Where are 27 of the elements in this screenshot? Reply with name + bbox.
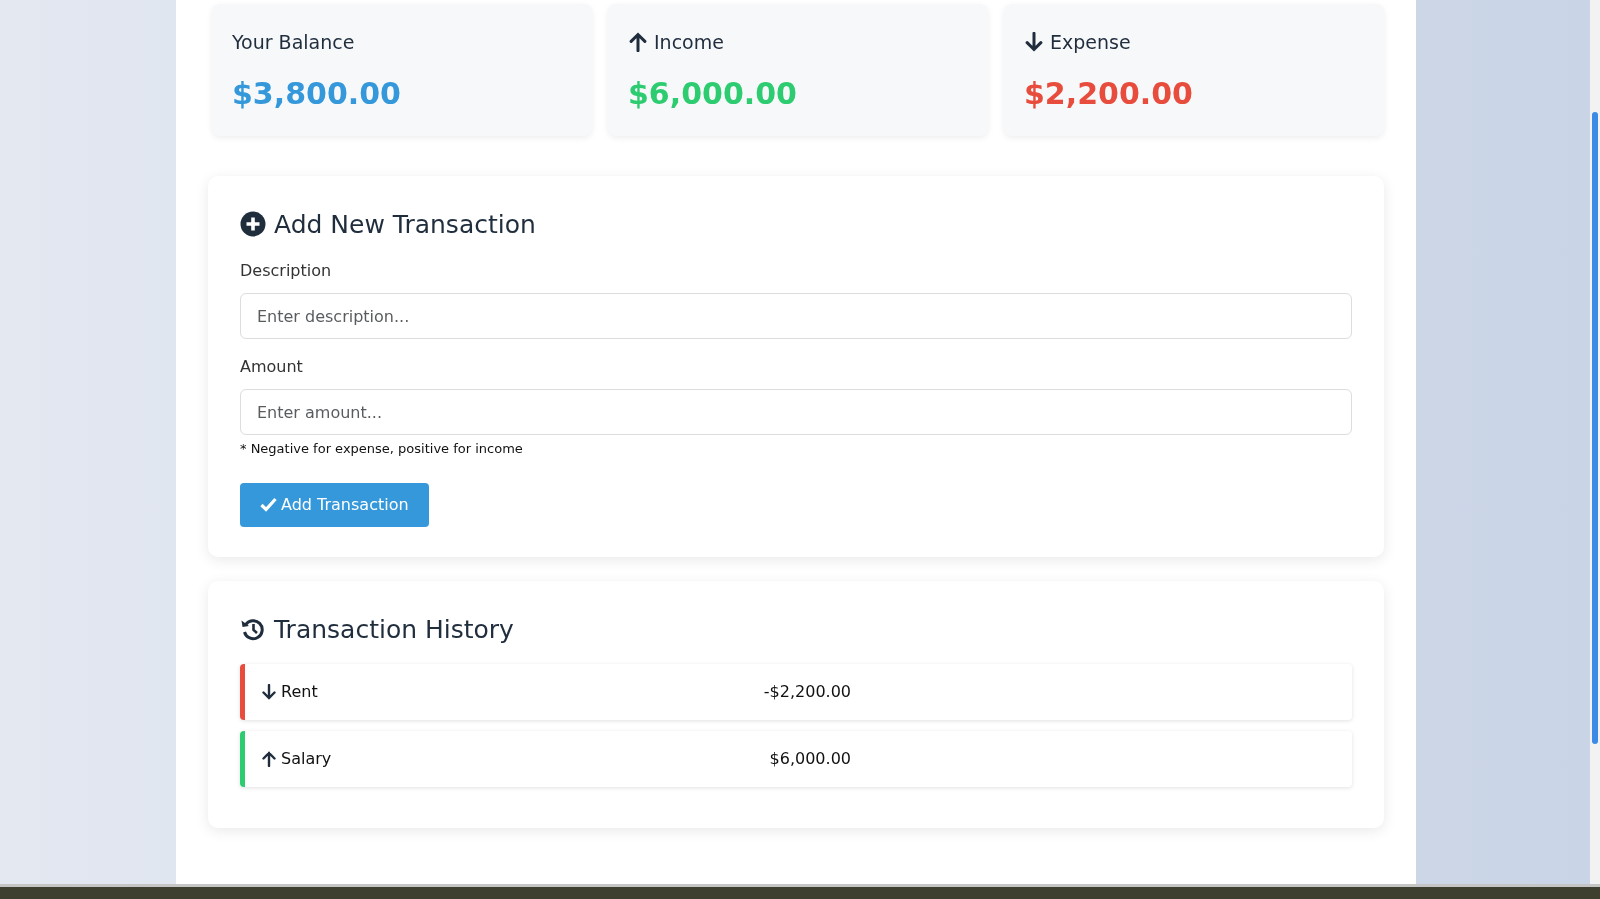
- scrollbar[interactable]: [1590, 0, 1600, 884]
- summary-amount: $3,800.00: [232, 74, 402, 113]
- hint-text: * Negative for expense, positive for income: [240, 440, 524, 458]
- summary-label: Your Balance: [232, 30, 355, 55]
- panel-title: Transaction History: [274, 613, 514, 646]
- transaction-amount: $6,000.00: [769, 748, 851, 770]
- up-arrow-icon: [628, 32, 648, 53]
- summary-amount: $6,000.00: [628, 74, 798, 113]
- input-field[interactable]: Enter description...: [240, 293, 1352, 339]
- input-field[interactable]: Enter amount...: [240, 389, 1352, 435]
- summary-amount: $2,200.00: [1024, 74, 1194, 113]
- down-arrow-icon: [1024, 32, 1044, 53]
- transaction-item[interactable]: Salary $6,000.00: [240, 731, 1352, 787]
- field-label: Description: [240, 260, 333, 282]
- transaction-name: Rent: [281, 681, 318, 703]
- summary-label: Income: [654, 30, 724, 55]
- transaction-item[interactable]: Rent -$2,200.00: [240, 664, 1352, 720]
- summary-label: Expense: [1050, 30, 1131, 55]
- down-arrow-icon: [261, 684, 277, 700]
- up-arrow-icon: [261, 751, 277, 767]
- check-icon: [260, 497, 277, 512]
- transaction-amount: -$2,200.00: [763, 681, 851, 703]
- panel-title: Add New Transaction: [274, 208, 536, 241]
- plus-circle-icon: [240, 211, 266, 238]
- history-icon: [240, 616, 266, 643]
- transaction-name: Salary: [281, 748, 332, 770]
- field-label: Amount: [240, 356, 304, 378]
